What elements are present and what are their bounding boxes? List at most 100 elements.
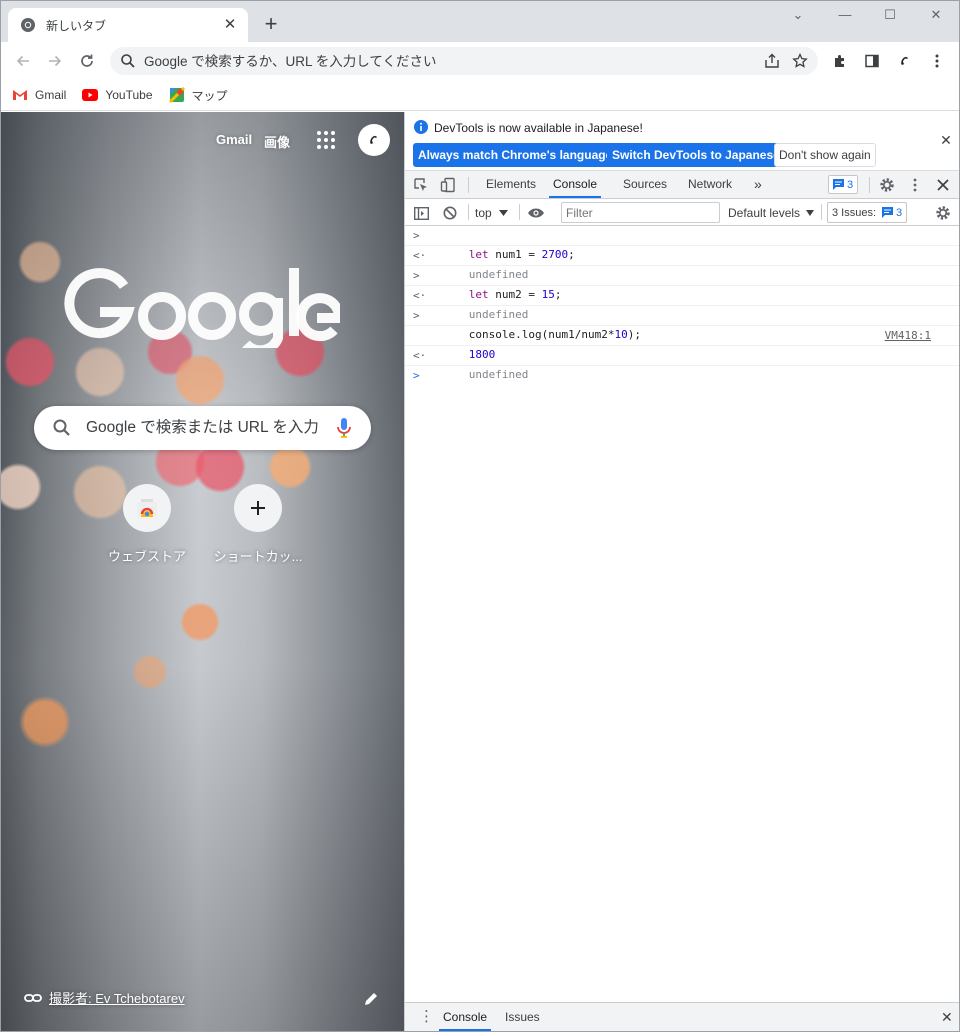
tab-search-icon[interactable]: ⌄: [783, 4, 813, 28]
extensions-icon[interactable]: [826, 47, 854, 75]
gmail-icon: [13, 90, 27, 100]
console-result-line: <· undefined: [405, 246, 960, 281]
browser-toolbar: [0, 42, 960, 80]
search-icon: [121, 54, 135, 68]
source-link[interactable]: VM418:1: [885, 326, 931, 345]
drawer-tab-issues[interactable]: Issues: [501, 1003, 544, 1031]
console-result-line: <· undefined: [405, 286, 960, 321]
console-input-line: > let num1 = 2700;: [405, 226, 960, 261]
switch-to-japanese-button[interactable]: Switch DevTools to Japanese: [607, 143, 785, 167]
console-output[interactable]: > let num1 = 2700; <· undefined > let num2 …: [405, 226, 960, 1002]
account-avatar[interactable]: [358, 124, 390, 156]
input-chevron-icon: >: [413, 229, 420, 242]
bookmark-label: マップ: [191, 88, 228, 103]
issues-count: 3: [896, 206, 903, 219]
settings-gear-icon[interactable]: [877, 175, 897, 195]
photo-credit-text: 撮影者: Ev Tchebotarev: [49, 991, 185, 1006]
console-filter-input[interactable]: [561, 202, 720, 223]
microphone-icon[interactable]: [336, 417, 352, 439]
bookmark-gmail[interactable]: Gmail: [12, 83, 66, 107]
tab-console[interactable]: Console: [549, 171, 602, 198]
chrome-menu-icon[interactable]: [923, 47, 951, 75]
forward-button[interactable]: [41, 47, 69, 75]
more-tabs-icon[interactable]: »: [750, 171, 766, 198]
ntp-search-input[interactable]: [86, 419, 326, 437]
tab-close-icon[interactable]: ✕: [222, 17, 238, 33]
toolbar-divider: [468, 204, 469, 220]
tab-network[interactable]: Network: [684, 171, 736, 198]
prompt-chevron-icon: >: [413, 369, 420, 382]
console-settings-gear-icon[interactable]: [933, 203, 953, 223]
console-log-line: 1800 VM418:1: [405, 326, 960, 361]
window-close-button[interactable]: ✕: [921, 4, 951, 28]
bookmarks-bar: Gmail YouTube マップ: [0, 80, 960, 111]
back-button[interactable]: [9, 47, 37, 75]
bookmark-star-icon[interactable]: [786, 47, 814, 75]
devtools-tab-bar: Elements Console Sources Network » 3: [405, 171, 960, 199]
console-toolbar: top Default levels 3 Issues: 3: [405, 199, 960, 226]
sidebar-toggle-icon[interactable]: [411, 203, 431, 223]
inspect-element-icon[interactable]: [411, 175, 431, 195]
ntp-search-box[interactable]: [34, 406, 371, 450]
dont-show-again-button[interactable]: Don't show again: [774, 143, 876, 167]
maximize-button[interactable]: ☐: [875, 4, 905, 28]
omnibox[interactable]: [110, 47, 818, 75]
issues-count: 3: [847, 178, 854, 191]
tab-new-tab[interactable]: 新しいタブ ✕: [8, 8, 248, 42]
bookmark-youtube[interactable]: YouTube: [82, 83, 153, 107]
input-chevron-icon: >: [413, 269, 420, 282]
result-arrow-icon: <·: [413, 289, 427, 302]
add-icon: [251, 501, 265, 515]
issues-button[interactable]: 3 Issues: 3: [827, 202, 908, 223]
youtube-icon: [82, 89, 99, 101]
input-chevron-icon: >: [413, 309, 420, 322]
drawer-menu-icon[interactable]: ⋮: [415, 1003, 438, 1031]
log-levels-dropdown[interactable]: Default levels: [728, 203, 815, 222]
bookmark-maps[interactable]: マップ: [168, 83, 228, 107]
clear-console-icon[interactable]: [440, 203, 460, 223]
tab-sources[interactable]: Sources: [619, 171, 671, 198]
toolbar-divider: [869, 177, 870, 193]
drawer-close-icon[interactable]: ✕: [937, 1003, 957, 1031]
info-icon: [414, 120, 428, 134]
issues-label: 3 Issues:: [832, 206, 877, 219]
toolbar-divider: [468, 177, 469, 193]
drawer-tab-console[interactable]: Console: [439, 1003, 492, 1031]
reload-button[interactable]: [73, 47, 101, 75]
devtools-panel: DevTools is now available in Japanese! ✕…: [404, 112, 960, 1032]
log-levels-value: Default levels: [728, 205, 801, 220]
side-panel-icon[interactable]: [858, 47, 886, 75]
live-expression-eye-icon[interactable]: [526, 203, 546, 223]
new-tab-button[interactable]: +: [258, 12, 284, 38]
always-match-language-button[interactable]: Always match Chrome's language: [413, 143, 618, 167]
images-link[interactable]: 画像: [264, 132, 290, 151]
issues-counter-badge[interactable]: 3: [828, 175, 859, 194]
dropdown-caret-icon: [806, 209, 815, 216]
message-icon: [833, 179, 844, 190]
share-icon[interactable]: [758, 47, 786, 75]
add-shortcut[interactable]: ショートカッ...: [208, 482, 308, 565]
shortcut-label: ショートカッ...: [213, 549, 303, 564]
minimize-button[interactable]: —: [830, 4, 860, 28]
result-arrow-icon: <·: [413, 249, 427, 262]
google-apps-icon[interactable]: [316, 130, 336, 150]
message-icon: [882, 207, 894, 218]
console-prompt[interactable]: >: [405, 366, 960, 386]
language-infobar: DevTools is now available in Japanese! ✕…: [405, 112, 960, 171]
result-arrow-icon: <·: [413, 349, 427, 362]
tab-elements[interactable]: Elements: [482, 171, 540, 198]
tab-title: 新しいタブ: [46, 18, 107, 33]
bookmark-label: YouTube: [105, 88, 153, 102]
gmail-link[interactable]: Gmail: [216, 132, 252, 147]
toolbar-divider: [519, 204, 520, 220]
shortcut-webstore[interactable]: ウェブストア: [97, 482, 197, 565]
profile-avatar[interactable]: [891, 47, 919, 75]
device-toolbar-icon[interactable]: [438, 175, 458, 195]
photo-credit[interactable]: 撮影者: Ev Tchebotarev: [24, 988, 185, 1007]
close-devtools-icon[interactable]: [933, 175, 953, 195]
context-selector[interactable]: top: [475, 203, 508, 222]
omnibox-input[interactable]: [144, 53, 758, 69]
devtools-menu-icon[interactable]: [905, 175, 925, 195]
infobar-close-icon[interactable]: ✕: [939, 133, 953, 147]
customize-pencil-icon[interactable]: [362, 990, 380, 1008]
